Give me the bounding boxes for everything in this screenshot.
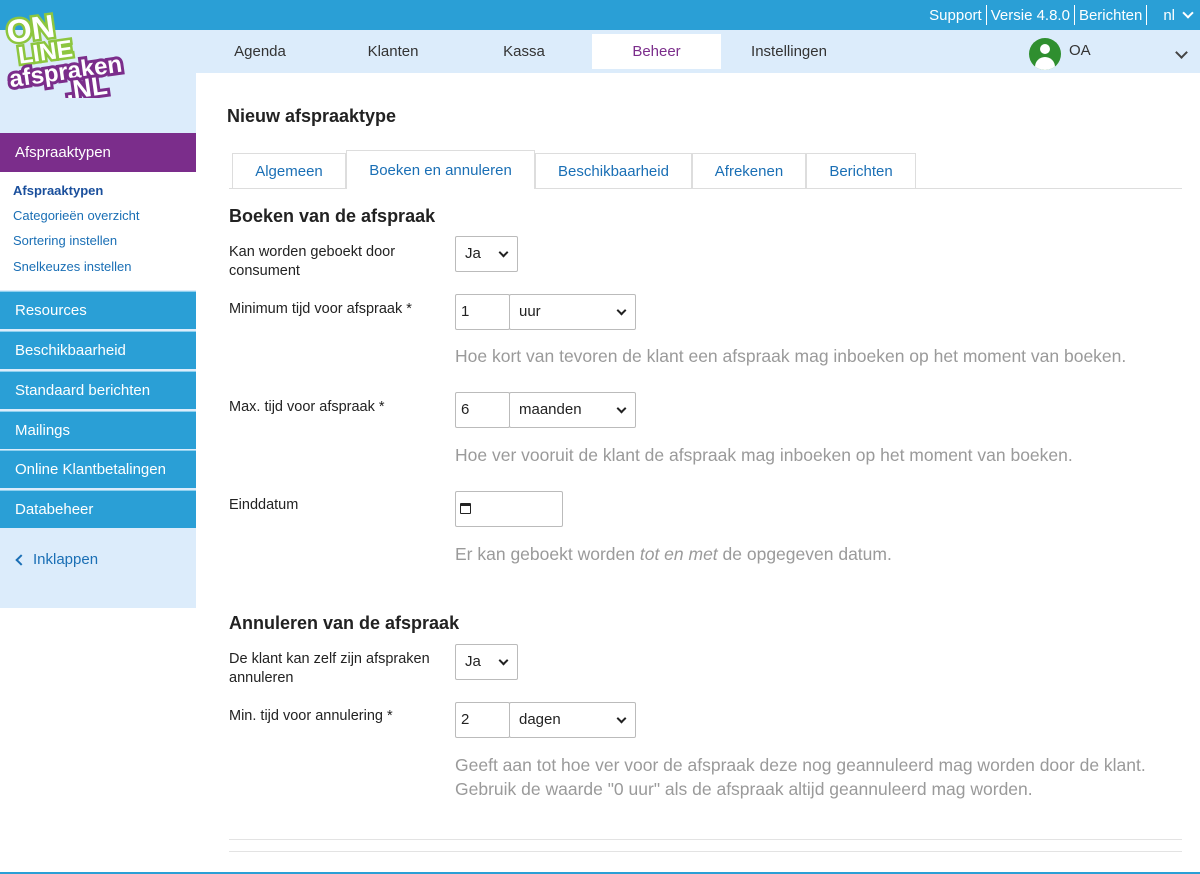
logo-text-nl: .NL xyxy=(63,70,109,98)
end-date-label: Einddatum xyxy=(229,497,299,513)
bookable-select[interactable]: Ja xyxy=(455,236,518,272)
cancel-min-time-unit-select[interactable]: dagen xyxy=(509,702,636,738)
sidebar-item-resources[interactable]: Resources xyxy=(0,291,196,329)
sidebar-item-beschikbaarheid[interactable]: Beschikbaarheid xyxy=(0,331,196,369)
min-time-unit-select[interactable]: uur xyxy=(509,294,636,330)
collapse-label: Inklappen xyxy=(33,551,99,568)
chevron-left-icon xyxy=(15,553,27,566)
page-title: Nieuw afspraaktype xyxy=(227,106,397,126)
chevron-down-icon xyxy=(498,655,509,666)
cancel-help-line2: Gebruik de waarde "0 uur" als de afspraa… xyxy=(455,779,1033,799)
sidebar-item-afspraaktypen[interactable]: Afspraaktypen xyxy=(0,133,196,172)
support-link[interactable]: Support xyxy=(928,7,983,24)
cancel-min-time-label: Min. tijd voor annulering * xyxy=(229,708,393,724)
logo[interactable]: ON LINE afspraken .NL xyxy=(4,2,144,98)
main-nav: Agenda Klanten Kassa Beheer Instellingen xyxy=(0,30,1200,73)
max-time-input[interactable]: 6 xyxy=(455,392,510,428)
sidebar-item-online-klantbetalingen[interactable]: Online Klantbetalingen xyxy=(0,450,196,488)
nav-instellingen[interactable]: Instellingen xyxy=(729,34,849,69)
end-date-help: Er kan geboekt worden tot en met de opge… xyxy=(455,544,892,564)
calendar-icon[interactable] xyxy=(460,503,471,514)
separator xyxy=(985,5,987,25)
bookable-select-value: Ja xyxy=(465,245,481,262)
min-time-input[interactable]: 1 xyxy=(455,294,510,330)
bookable-label: Kan worden geboekt door consument xyxy=(229,244,396,279)
chevron-down-icon xyxy=(616,713,627,724)
self-cancel-label: De klant kan zelf zijn afspraken annuler… xyxy=(229,651,430,686)
sidebar-item-mailings[interactable]: Mailings xyxy=(0,411,196,449)
separator xyxy=(1073,5,1075,25)
min-time-unit-value: uur xyxy=(519,303,541,320)
divider xyxy=(229,839,1182,840)
cancel-min-time-unit-value: dagen xyxy=(519,711,561,728)
tab-berichten[interactable]: Berichten xyxy=(806,153,916,188)
collapse-sidebar-button[interactable]: Inklappen xyxy=(14,551,98,568)
language-selector[interactable]: nl xyxy=(1162,7,1176,24)
version-link[interactable]: Versie 4.8.0 xyxy=(990,7,1071,24)
sidebar-item-standaard-berichten[interactable]: Standaard berichten xyxy=(0,371,196,409)
self-cancel-select[interactable]: Ja xyxy=(455,644,518,680)
chevron-down-icon xyxy=(498,247,509,258)
top-bar: Support Versie 4.8.0 Berichten nl xyxy=(0,0,1200,30)
divider xyxy=(229,851,1182,852)
sidebar-submenu: Afspraaktypen Categorieën overzicht Sort… xyxy=(0,172,196,290)
separator xyxy=(1146,5,1148,25)
chevron-down-icon xyxy=(616,305,627,316)
cancel-help-line1: Geeft aan tot hoe ver voor de afspraak d… xyxy=(455,755,1146,775)
nav-klanten[interactable]: Klanten xyxy=(333,34,453,69)
top-links: Support Versie 4.8.0 Berichten nl xyxy=(928,0,1194,30)
tab-afrekenen[interactable]: Afrekenen xyxy=(692,153,806,188)
nav-agenda[interactable]: Agenda xyxy=(200,34,320,69)
section-heading-cancel: Annuleren van de afspraak xyxy=(229,613,460,633)
max-time-unit-value: maanden xyxy=(519,401,582,418)
tab-beschikbaarheid[interactable]: Beschikbaarheid xyxy=(535,153,692,188)
max-time-help: Hoe ver vooruit de klant de afspraak mag… xyxy=(455,445,1073,465)
tab-boeken-annuleren[interactable]: Boeken en annuleren xyxy=(346,150,535,189)
tab-algemeen[interactable]: Algemeen xyxy=(232,153,346,188)
submenu-afspraaktypen[interactable]: Afspraaktypen xyxy=(13,183,103,198)
messages-link[interactable]: Berichten xyxy=(1078,7,1143,24)
user-avatar-icon[interactable] xyxy=(1029,38,1061,70)
nav-kassa[interactable]: Kassa xyxy=(464,34,584,69)
min-time-help: Hoe kort van tevoren de klant een afspra… xyxy=(455,346,1127,366)
chevron-down-icon[interactable] xyxy=(1182,6,1194,19)
sidebar-item-databeheer[interactable]: Databeheer xyxy=(0,490,196,528)
submenu-sortering[interactable]: Sortering instellen xyxy=(13,233,117,248)
max-time-label: Max. tijd voor afspraak * xyxy=(229,399,385,415)
user-initials[interactable]: OA xyxy=(1069,42,1091,59)
end-date-input[interactable] xyxy=(455,491,563,527)
nav-beheer[interactable]: Beheer xyxy=(592,34,721,69)
submenu-categorieen[interactable]: Categorieën overzicht xyxy=(13,208,139,223)
self-cancel-select-value: Ja xyxy=(465,653,481,670)
submenu-snelkeuzes[interactable]: Snelkeuzes instellen xyxy=(13,259,132,274)
chevron-down-icon xyxy=(616,403,627,414)
max-time-unit-select[interactable]: maanden xyxy=(509,392,636,428)
min-time-label: Minimum tijd voor afspraak * xyxy=(229,301,412,317)
section-heading-booking: Boeken van de afspraak xyxy=(229,206,436,226)
cancel-min-time-input[interactable]: 2 xyxy=(455,702,510,738)
